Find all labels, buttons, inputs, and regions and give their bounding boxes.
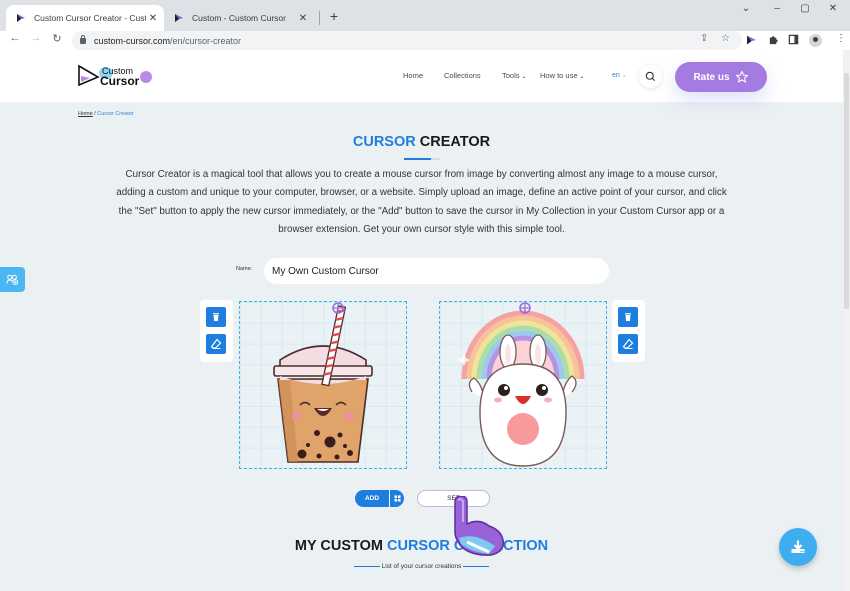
tab-title: Custom - Custom Cursor (192, 13, 286, 23)
collection-subtitle: List of your cursor creations (0, 563, 843, 570)
lock-icon (80, 34, 86, 44)
custom-cursor-favicon (175, 14, 183, 22)
back-arrow-icon[interactable]: ← (8, 32, 22, 44)
profile-avatar[interactable] (809, 34, 822, 47)
reload-icon[interactable]: ↻ (50, 32, 64, 45)
close-window-button[interactable]: ✕ (824, 3, 842, 14)
tab-title: Custom Cursor Creator - Custom (34, 13, 146, 23)
left-tool-panel (200, 300, 233, 362)
search-button[interactable] (639, 65, 662, 88)
trash-icon (625, 313, 631, 321)
nav-how-to-use[interactable]: How to use ⌄ (540, 71, 585, 80)
add-button-group: ADD (355, 490, 404, 507)
close-tab-icon[interactable]: ✕ (296, 13, 310, 24)
bunny-rainbow-image (458, 302, 585, 467)
delete-left-button[interactable] (206, 307, 226, 327)
windows-icon (393, 495, 401, 502)
tab-custom[interactable]: Custom - Custom Cursor ✕ (164, 5, 314, 31)
maximize-button[interactable]: ▢ (796, 3, 814, 14)
extensions-puzzle-icon[interactable] (768, 34, 779, 45)
chevron-down-icon: ⌄ (521, 74, 527, 80)
browser-toolbar: ← → ↻ custom-cursor.com/en/cursor-creato… (0, 31, 850, 50)
nav-collections[interactable]: Collections (444, 71, 481, 80)
nav-tools[interactable]: Tools ⌄ (502, 71, 527, 80)
minimize-button[interactable]: – (768, 3, 786, 14)
custom-cursor-logo[interactable]: Custom Cursor (78, 64, 153, 86)
subtitle-line-left (353, 565, 380, 568)
logo-line2: Cursor (100, 74, 140, 86)
subtitle-line-right (463, 565, 490, 568)
menu-kebab-icon[interactable]: ⋮ (836, 33, 846, 44)
tab-separator (319, 11, 320, 25)
delete-right-button[interactable] (618, 307, 638, 327)
download-button[interactable] (779, 528, 817, 566)
trash-icon (213, 313, 219, 321)
add-button[interactable]: ADD (355, 490, 389, 507)
intro-text: Cursor Creator is a magical tool that al… (116, 169, 727, 235)
side-panel-icon[interactable] (788, 34, 799, 45)
eraser-icon (622, 338, 634, 349)
nav-home[interactable]: Home (403, 71, 423, 80)
left-cursor-canvas[interactable] (239, 301, 407, 469)
bookmark-star-icon[interactable]: ☆ (721, 33, 730, 44)
scrollbar-thumb[interactable] (844, 73, 849, 309)
title-underline (404, 158, 440, 160)
chevron-down-icon: ⌄ (579, 74, 585, 80)
share-icon[interactable]: ⇪ (700, 33, 708, 44)
eraser-right-button[interactable] (618, 334, 638, 354)
tab-cursor-creator[interactable]: Custom Cursor Creator - Custom ✕ (6, 5, 164, 31)
breadcrumb-home[interactable]: Home (78, 111, 93, 117)
custom-cursor-extension-icon[interactable] (746, 34, 757, 46)
new-tab-button[interactable]: + (327, 8, 341, 24)
browser-window: Custom Cursor Creator - Custom ✕ Custom … (0, 0, 850, 591)
right-cursor-canvas[interactable] (439, 301, 607, 469)
download-icon (791, 540, 805, 553)
tab-search-chevron-icon[interactable]: ⌄ (737, 3, 755, 14)
page-title: CURSOR CREATOR (352, 134, 491, 150)
forward-arrow-icon[interactable]: → (29, 32, 43, 44)
rate-us-button[interactable]: Rate us (675, 62, 767, 92)
language-select[interactable]: en ⌄ (612, 72, 627, 79)
side-users-widget[interactable] (0, 267, 25, 292)
eraser-left-button[interactable] (206, 334, 226, 354)
set-button[interactable]: SET (417, 490, 490, 507)
users-icon (6, 274, 19, 285)
cursor-name-input[interactable] (264, 258, 609, 284)
page-viewport: Custom Cursor Home Collections Tools ⌄ Ho… (0, 50, 843, 591)
eraser-icon (210, 338, 222, 349)
bubble-tea-image (273, 302, 373, 463)
name-label: Name: (236, 266, 253, 272)
rate-us-label: Rate us (693, 71, 730, 83)
address-bar[interactable]: custom-cursor.com/en/cursor-creator ⇪ ☆ (72, 31, 742, 50)
chevron-down-icon: ⌄ (621, 73, 627, 79)
site-header: Custom Cursor Home Collections Tools ⌄ Ho… (0, 50, 843, 102)
star-icon (735, 70, 748, 83)
breadcrumb: Home / Cursor Creator (78, 111, 134, 117)
url-text: custom-cursor.com/en/cursor-creator (94, 35, 242, 46)
right-tool-panel (612, 300, 645, 362)
add-to-windows-button[interactable] (390, 490, 404, 507)
collection-title: MY CUSTOM CURSOR COLLECTION (294, 538, 549, 554)
search-icon (645, 71, 656, 82)
tab-strip: Custom Cursor Creator - Custom ✕ Custom … (0, 0, 850, 31)
close-tab-icon[interactable]: ✕ (146, 13, 160, 24)
custom-cursor-favicon (17, 14, 25, 22)
breadcrumb-current: Cursor Creator (97, 111, 134, 117)
